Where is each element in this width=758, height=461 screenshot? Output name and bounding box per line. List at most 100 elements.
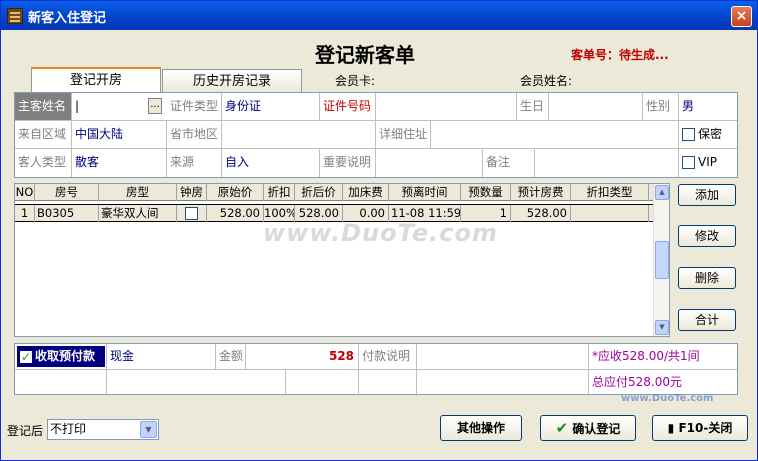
pay-blank-cell <box>359 370 417 396</box>
room-number: B0305 <box>35 205 99 222</box>
payment-desc-label: 付款说明 <box>359 344 417 370</box>
col-header: 房号 <box>35 184 99 201</box>
id-type-select[interactable]: 身份证 <box>222 93 320 121</box>
important-label: 重要说明 <box>320 149 376 177</box>
province-label: 省市地区 <box>167 121 222 149</box>
member-card-label: 会员卡: <box>335 74 376 88</box>
payment-panel: 收取预付款 现金 金额 528 付款说明 *应收528.00/共1间 总应付52… <box>14 343 738 396</box>
chevron-down-icon[interactable]: ▼ <box>140 421 157 438</box>
delete-button[interactable]: 删除 <box>678 267 736 289</box>
region-label: 来自区域 <box>15 121 72 149</box>
amount-input[interactable]: 528 <box>246 344 359 370</box>
tab-history[interactable]: 历史开房记录 <box>162 69 302 92</box>
col-header: 钟房 <box>177 184 207 201</box>
corner-watermark: www.DuoTe.com <box>621 393 714 404</box>
hourly-checkbox-cell[interactable] <box>177 205 207 222</box>
col-header: 预离时间 <box>389 184 461 201</box>
scroll-down-icon[interactable]: ▼ <box>655 320 669 335</box>
pay-blank-cell <box>286 370 359 396</box>
vip-checkbox[interactable]: VIP <box>679 149 737 177</box>
vip-label: VIP <box>698 155 717 169</box>
after-register-label: 登记后 <box>7 424 44 438</box>
close-f10-button[interactable]: ▮ F10-关闭 <box>652 415 748 441</box>
secret-checkbox[interactable]: 保密 <box>679 121 737 149</box>
guest-type-select[interactable]: 散客 <box>72 149 167 177</box>
col-header: 预数量 <box>461 184 511 201</box>
total-button[interactable]: 合计 <box>678 309 736 331</box>
payment-desc-input[interactable] <box>417 344 589 370</box>
prepay-checkbox[interactable]: 收取预付款 <box>17 346 105 367</box>
pay-blank-cell <box>107 370 286 396</box>
remark-label: 备注 <box>483 149 535 177</box>
row-no: 1 <box>15 205 35 222</box>
window-title: 新客入住登记 <box>28 11 107 26</box>
secret-label: 保密 <box>698 127 723 141</box>
birthday-label: 生日 <box>517 93 549 121</box>
address-label: 详细住址 <box>376 121 431 149</box>
region-select[interactable]: 中国大陆 <box>72 121 167 149</box>
app-icon <box>7 8 23 24</box>
vip-checkbox-box[interactable] <box>682 156 695 169</box>
guest-lookup-button[interactable]: ... <box>148 98 162 114</box>
col-header: 折扣 <box>264 184 295 201</box>
important-input[interactable] <box>376 149 483 177</box>
col-header: 折扣类型 <box>571 184 649 201</box>
remark-input[interactable] <box>535 149 679 177</box>
guest-name-label: 主客姓名 <box>15 93 72 121</box>
original-price: 528.00 <box>207 205 264 222</box>
order-number: 客单号：待生成... <box>571 48 669 62</box>
print-option-value: 不打印 <box>50 422 87 436</box>
hourly-checkbox[interactable] <box>185 207 198 220</box>
guest-form: 主客姓名 | ... 证件类型 身份证 证件号码 生日 性别 男 来自区域 中国… <box>14 92 738 178</box>
pay-blank-cell <box>15 370 107 396</box>
id-type-label: 证件类型 <box>167 93 222 121</box>
col-header: 预计房费 <box>511 184 571 201</box>
edit-button[interactable]: 修改 <box>678 225 736 247</box>
source-label: 来源 <box>167 149 222 177</box>
tab-register[interactable]: 登记开房 <box>31 67 161 92</box>
room-grid: NO 房号 房型 钟房 原始价 折扣 折后价 加床费 预离时间 预数量 预计房费… <box>14 183 670 337</box>
secret-checkbox-box[interactable] <box>682 128 695 141</box>
pay-blank-cell <box>417 370 589 396</box>
add-button[interactable]: 添加 <box>678 184 736 206</box>
close-label: F10-关闭 <box>678 421 733 435</box>
other-operations-button[interactable]: 其他操作 <box>440 415 522 441</box>
col-header: 加床费 <box>343 184 389 201</box>
id-number-label: 证件号码 <box>320 93 376 121</box>
member-name-label: 会员姓名: <box>520 74 573 88</box>
confirm-label: 确认登记 <box>572 422 621 436</box>
watermark: www.DuoTe.com <box>263 219 498 247</box>
room-type: 豪华双人间 <box>99 205 177 222</box>
amount-label: 金额 <box>216 344 246 370</box>
payment-method-select[interactable]: 现金 <box>107 344 216 370</box>
confirm-register-button[interactable]: ✔ 确认登记 <box>540 415 636 441</box>
col-header: NO <box>15 184 35 201</box>
guest-type-label: 客人类型 <box>15 149 72 177</box>
scroll-up-icon[interactable]: ▲ <box>655 185 669 200</box>
checkmark-icon: ✔ <box>555 419 569 437</box>
close-button[interactable]: × <box>731 6 752 27</box>
birthday-input[interactable] <box>549 93 643 121</box>
gender-select[interactable]: 男 <box>679 93 737 121</box>
address-input[interactable] <box>431 121 679 149</box>
prepay-check-icon[interactable] <box>20 347 32 367</box>
door-icon: ▮ <box>667 421 675 435</box>
province-input[interactable] <box>222 121 376 149</box>
grid-header: NO 房号 房型 钟房 原始价 折扣 折后价 加床费 预离时间 预数量 预计房费… <box>15 184 655 201</box>
title-bar[interactable]: 新客入住登记 × <box>1 1 757 30</box>
col-header: 房型 <box>99 184 177 201</box>
col-header: 原始价 <box>207 184 264 201</box>
gender-label: 性别 <box>643 93 679 121</box>
grid-scrollbar[interactable]: ▲ ▼ <box>653 184 669 336</box>
prepay-label: 收取预付款 <box>35 349 96 363</box>
form-title: 登记新客单 <box>315 43 415 67</box>
print-option-select[interactable]: 不打印 ▼ <box>47 419 159 440</box>
dialog-window: 新客入住登记 × 登记新客单 客单号：待生成... 登记开房 历史开房记录 会员… <box>0 0 758 461</box>
id-number-input[interactable] <box>376 93 517 121</box>
estimated-fee: 528.00 <box>511 205 571 222</box>
scroll-thumb[interactable] <box>655 241 669 279</box>
source-select[interactable]: 自入 <box>222 149 320 177</box>
col-header: 折后价 <box>295 184 343 201</box>
discount-type <box>571 205 649 222</box>
receivable-text: *应收528.00/共1间 <box>589 344 737 370</box>
